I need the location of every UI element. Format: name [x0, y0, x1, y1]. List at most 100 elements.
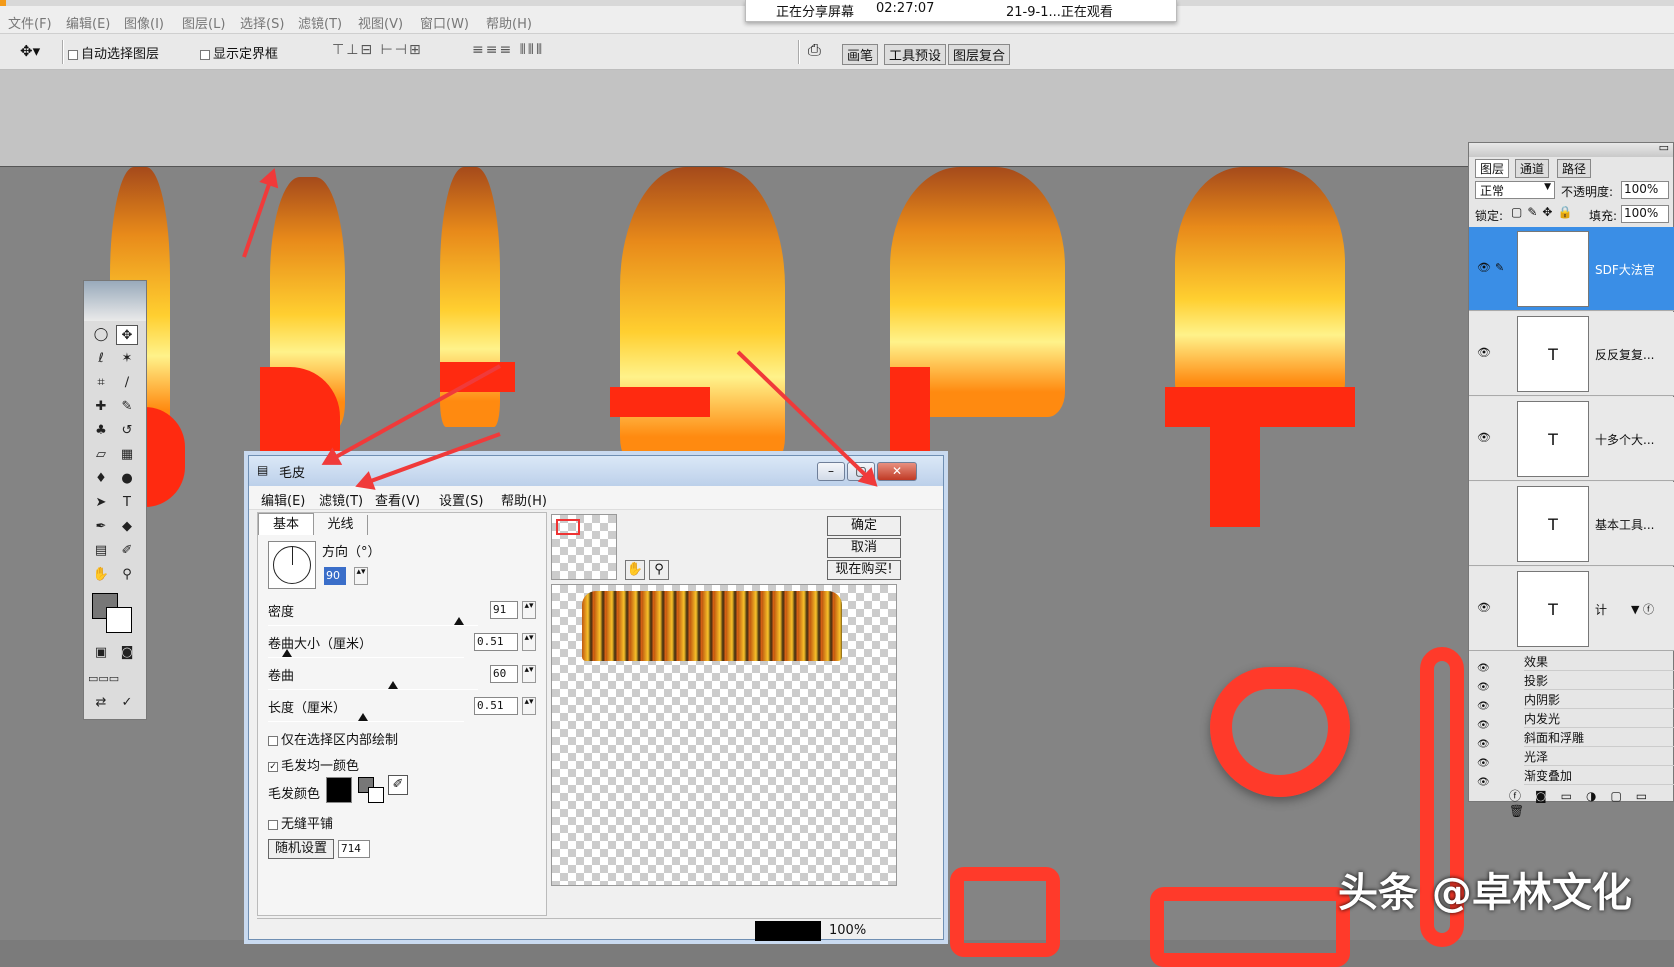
zoom-tool-icon[interactable]: ⚲: [116, 565, 138, 585]
hand-icon[interactable]: ✋: [625, 560, 645, 580]
uniform-color-checkbox[interactable]: ✓: [268, 761, 278, 772]
layer-row-3[interactable]: T 基本工具...: [1469, 482, 1674, 566]
background-color-swatch[interactable]: [106, 607, 132, 633]
blur-tool-icon[interactable]: ♦: [90, 469, 112, 489]
zoom-icon[interactable]: ⚲: [649, 560, 669, 580]
direction-value[interactable]: 90: [324, 567, 346, 585]
show-bounds-option[interactable]: 显示定界框: [200, 43, 278, 62]
inside-selection-checkbox[interactable]: [268, 735, 278, 746]
dialog-menu-edit[interactable]: 编辑(E): [261, 490, 305, 509]
visibility-eye-icon[interactable]: 👁: [1477, 601, 1491, 614]
curl-slider-track[interactable]: [268, 689, 478, 690]
eyedropper-icon[interactable]: ✐: [116, 541, 138, 561]
length-spinner[interactable]: ▴▾: [522, 697, 536, 715]
layer-row-4[interactable]: 👁 T 计 ▼ ⓕ: [1469, 567, 1674, 651]
dialog-menu-filter[interactable]: 滤镜(T): [319, 490, 363, 509]
effects-header[interactable]: 效果: [1524, 653, 1674, 671]
length-slider-thumb[interactable]: [358, 713, 368, 721]
navigator-thumbnail[interactable]: [551, 514, 617, 580]
palette-tab-brushes[interactable]: 画笔: [842, 44, 879, 65]
density-spinner[interactable]: ▴▾: [522, 601, 536, 619]
dodge-tool-icon[interactable]: ●: [116, 469, 138, 489]
move-tool-icon[interactable]: ✥: [116, 325, 138, 345]
layer-row-1[interactable]: 👁 T 反反复复...: [1469, 312, 1674, 396]
auto-select-checkbox[interactable]: [68, 49, 78, 60]
history-brush-icon[interactable]: ↺: [116, 421, 138, 441]
layer-name[interactable]: 反反复复...: [1595, 346, 1654, 363]
buy-now-button[interactable]: 现在购买!: [827, 560, 901, 580]
shape-tool-icon[interactable]: ◆: [116, 517, 138, 537]
tab-paths[interactable]: 路径: [1557, 159, 1592, 178]
layer-name[interactable]: 基本工具...: [1595, 516, 1654, 533]
inside-selection-option[interactable]: 仅在选择区内部绘制: [268, 729, 398, 748]
tab-layers[interactable]: 图层: [1475, 159, 1510, 178]
screen-mode-icon[interactable]: ▭▭▭: [88, 669, 119, 689]
direction-spinner[interactable]: ▴▾: [354, 567, 368, 585]
uniform-color-option[interactable]: ✓ 毛发均一颜色: [268, 755, 359, 774]
random-seed-field[interactable]: 714: [338, 840, 370, 858]
direction-dial[interactable]: [268, 541, 316, 589]
visibility-eye-icon[interactable]: 👁: [1477, 431, 1491, 444]
tab-channels[interactable]: 通道: [1515, 159, 1550, 178]
bg-color-mini[interactable]: [368, 787, 384, 803]
palette-tab-presets[interactable]: 工具预设: [884, 44, 947, 65]
crop-tool-icon[interactable]: ⌗: [90, 373, 112, 393]
dialog-menu-settings[interactable]: 设置(S): [439, 490, 483, 509]
panel-header[interactable]: ▭: [1469, 141, 1673, 157]
layer-name[interactable]: 计: [1595, 601, 1607, 618]
menu-window[interactable]: 窗口(W): [420, 13, 469, 32]
lasso-tool-icon[interactable]: ℓ: [90, 349, 112, 369]
dialog-menu-view[interactable]: 查看(V): [375, 490, 420, 509]
curl-size-spinner[interactable]: ▴▾: [522, 633, 536, 651]
panel-menu-icon[interactable]: ▭: [1659, 141, 1669, 154]
density-slider-track[interactable]: [268, 625, 478, 626]
seamless-checkbox[interactable]: [268, 819, 278, 830]
effect-item[interactable]: 投影: [1524, 672, 1674, 690]
effect-eye-icons[interactable]: 👁 👁 👁 👁 👁 👁 👁: [1477, 659, 1490, 792]
density-value[interactable]: 91: [490, 601, 518, 619]
auto-select-option[interactable]: 自动选择图层: [68, 43, 159, 62]
blend-mode-select[interactable]: 正常 ▼: [1475, 181, 1555, 199]
brush-link-icon[interactable]: ✎: [1495, 261, 1504, 274]
visibility-eye-icon[interactable]: 👁: [1477, 261, 1491, 274]
seamless-option[interactable]: 无缝平铺: [268, 813, 333, 832]
lock-icons[interactable]: ▢✎✥🔒: [1511, 205, 1577, 219]
layer-row-0[interactable]: 👁 ✎ SDF大法官: [1469, 227, 1674, 311]
path-select-icon[interactable]: ➤: [90, 493, 112, 513]
menu-file[interactable]: 文件(F): [8, 13, 52, 32]
curl-size-value[interactable]: 0.51: [474, 633, 518, 651]
preview-canvas[interactable]: [551, 584, 897, 886]
imageready-icon[interactable]: ⇄: [90, 693, 112, 713]
visibility-eye-icon[interactable]: 👁: [1477, 346, 1491, 359]
move-tool-icon[interactable]: ✥▾: [20, 42, 40, 60]
opacity-field[interactable]: 100%: [1621, 181, 1669, 199]
gradient-tool-icon[interactable]: ▦: [116, 445, 138, 465]
curl-size-slider-thumb[interactable]: [282, 649, 292, 657]
show-bounds-checkbox[interactable]: [200, 49, 210, 60]
menu-help[interactable]: 帮助(H): [486, 13, 532, 32]
curl-size-slider-track[interactable]: [268, 657, 464, 658]
tab-lighting[interactable]: 光线: [314, 515, 368, 535]
effect-item[interactable]: 斜面和浮雕: [1524, 729, 1674, 747]
pen-tool-icon[interactable]: ✒: [90, 517, 112, 537]
menu-edit[interactable]: 编辑(E): [66, 13, 110, 32]
standard-mode-icon[interactable]: ▣: [90, 643, 112, 663]
effect-item[interactable]: 内发光: [1524, 710, 1674, 728]
hand-tool-icon[interactable]: ✋: [90, 565, 112, 585]
hair-color-swatch[interactable]: [326, 777, 352, 803]
dialog-menu-help[interactable]: 帮助(H): [501, 490, 547, 509]
cancel-button[interactable]: 取消: [827, 538, 901, 558]
eyedropper-icon[interactable]: ✐: [388, 775, 408, 795]
type-tool-icon[interactable]: T: [116, 493, 138, 513]
stamp-tool-icon[interactable]: ♣: [90, 421, 112, 441]
curl-slider-thumb[interactable]: [388, 681, 398, 689]
curl-value[interactable]: 60: [490, 665, 518, 683]
quickmask-mode-icon[interactable]: ◙: [116, 643, 138, 663]
layer-footer-icons[interactable]: ⓕ◙▭◑▢▭🗑: [1509, 787, 1673, 818]
layer-name[interactable]: 十多个大...: [1595, 431, 1654, 448]
distribute-icons[interactable]: ≡≡≡ ⦀⦀⦀: [472, 42, 544, 58]
palette-well-icon[interactable]: ⎙: [808, 40, 821, 60]
ok-button[interactable]: 确定: [827, 516, 901, 536]
jump-icon[interactable]: ✓: [116, 693, 138, 713]
slice-tool-icon[interactable]: ∕: [116, 373, 138, 393]
